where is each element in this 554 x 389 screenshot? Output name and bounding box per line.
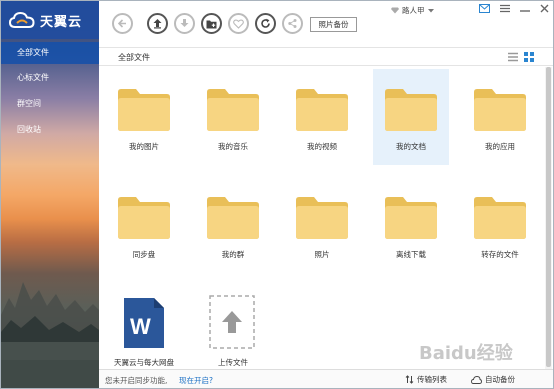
folder-name: 我的群 — [221, 250, 245, 259]
user-menu[interactable]: 路人甲 — [391, 5, 434, 16]
diamond-icon — [391, 7, 399, 14]
folder-name: 我的音乐 — [218, 142, 248, 151]
folder-item[interactable]: 我的应用 — [462, 69, 538, 165]
folder-item[interactable]: 转存的文件 — [462, 177, 538, 273]
enable-sync-link[interactable]: 现在开启? — [179, 375, 213, 386]
vertical-scrollbar[interactable] — [545, 67, 552, 369]
folder-name: 我的应用 — [485, 142, 515, 151]
arrow-left-icon — [117, 19, 126, 28]
minimize-icon[interactable] — [520, 4, 530, 13]
sidebar: 天翼云 全部文件 心标文件 群空间 回收站 — [1, 1, 99, 388]
folder-item[interactable]: 我的图片 — [106, 69, 182, 165]
folder-icon — [296, 197, 348, 239]
brand-name: 天翼云 — [40, 14, 83, 30]
folder-icon — [474, 197, 526, 239]
folder-icon — [385, 89, 437, 131]
transfer-list-label: 传输列表 — [417, 375, 447, 384]
folder-item[interactable]: 我的视频 — [284, 69, 360, 165]
folder-item[interactable]: 离线下载 — [373, 177, 449, 273]
window-controls — [479, 4, 549, 13]
photo-backup-button[interactable]: 照片备份 — [310, 17, 357, 32]
sidebar-item-starred[interactable]: 心标文件 — [1, 67, 99, 89]
folder-item[interactable]: 我的群 — [195, 177, 271, 273]
sidebar-item-all-files[interactable]: 全部文件 — [1, 42, 99, 64]
folder-item[interactable]: 我的音乐 — [195, 69, 271, 165]
list-view-icon[interactable] — [508, 52, 518, 62]
file-grid: 我的图片 我的音乐 我的视频 我的文档 我的应用 同步盘 我的群 照片 离线下载… — [99, 67, 546, 369]
close-icon[interactable] — [540, 4, 549, 13]
heart-icon — [233, 18, 244, 29]
favorite-button[interactable] — [228, 13, 249, 34]
cloud-logo-icon — [9, 11, 35, 28]
folder-name: 我的文档 — [396, 142, 426, 151]
sidebar-item-group-space[interactable]: 群空间 — [1, 93, 99, 115]
refresh-icon — [261, 18, 270, 28]
file-item[interactable]: W 天翼云与每大网盘 — [106, 285, 182, 381]
sidebar-item-recycle-bin[interactable]: 回收站 — [1, 119, 99, 141]
share-button[interactable] — [282, 13, 303, 34]
folder-icon — [385, 197, 437, 239]
folder-item[interactable]: 同步盘 — [106, 177, 182, 273]
logo: 天翼云 — [1, 1, 99, 39]
file-name: 天翼云与每大网盘 — [114, 358, 174, 367]
breadcrumb-bar: 全部文件 — [99, 47, 553, 66]
watermark: Baidu经验 — [419, 343, 513, 364]
folder-item[interactable]: 照片 — [284, 177, 360, 273]
folder-name: 同步盘 — [132, 250, 156, 259]
folder-icon — [207, 197, 259, 239]
folder-name: 我的图片 — [129, 142, 159, 151]
toolbar: 照片备份 路人甲 — [99, 1, 553, 47]
share-icon — [288, 19, 297, 28]
refresh-button[interactable] — [255, 13, 276, 34]
folder-icon — [474, 89, 526, 131]
chevron-down-icon — [427, 8, 434, 12]
app-window: 天翼云 全部文件 心标文件 群空间 回收站 照片备份 路人甲 全部文件 我的图片… — [0, 0, 554, 389]
sidebar-landscape — [1, 282, 99, 388]
folder-name: 离线下载 — [396, 250, 426, 259]
folder-icon — [118, 89, 170, 131]
download-arrow-icon — [180, 19, 189, 27]
folder-name: 我的视频 — [307, 142, 337, 151]
new-folder-button[interactable] — [201, 13, 222, 34]
folder-name: 转存的文件 — [481, 250, 519, 259]
auto-backup-button[interactable]: 自动备份 — [471, 372, 515, 387]
svg-text:W: W — [130, 314, 151, 339]
file-name: 上传文件 — [218, 358, 248, 367]
sync-hint: 您未开启同步功能, — [105, 376, 168, 385]
folder-item-selected[interactable]: 我的文档 — [373, 69, 449, 165]
auto-backup-label: 自动备份 — [485, 375, 515, 384]
folder-icon — [296, 89, 348, 131]
folder-icon — [118, 197, 170, 239]
settings-menu-icon[interactable] — [500, 4, 510, 13]
cloud-backup-icon — [471, 375, 482, 384]
scrollbar-thumb[interactable] — [546, 67, 551, 367]
download-button[interactable] — [174, 13, 195, 34]
upload-button[interactable] — [147, 13, 168, 34]
grid-view-icon[interactable] — [524, 52, 534, 62]
upload-arrow-icon — [153, 19, 162, 29]
folder-icon — [207, 89, 259, 131]
status-bar: 您未开启同步功能, 现在开启? 传输列表 自动备份 — [99, 369, 553, 388]
upload-icon — [209, 295, 255, 349]
mail-icon[interactable] — [479, 4, 490, 13]
word-document-icon: W — [124, 298, 164, 348]
user-name: 路人甲 — [402, 6, 425, 15]
new-folder-icon — [206, 20, 217, 28]
transfer-list-button[interactable]: 传输列表 — [405, 372, 447, 387]
breadcrumb[interactable]: 全部文件 — [118, 52, 150, 63]
back-button[interactable] — [112, 13, 133, 34]
transfer-arrows-icon — [405, 375, 414, 384]
upload-file-item[interactable]: 上传文件 — [195, 285, 271, 381]
folder-name: 照片 — [314, 250, 330, 259]
